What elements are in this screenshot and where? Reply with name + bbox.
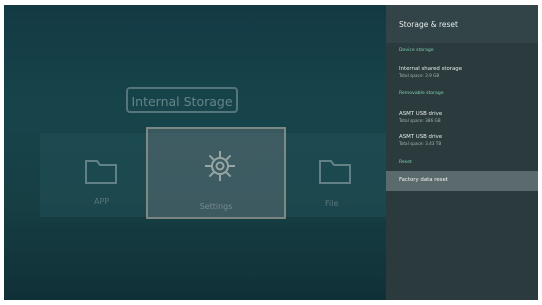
folder-icon-svg — [319, 160, 351, 184]
internal-shared-storage-item[interactable]: Internal shared storage Total space: 3.9… — [386, 63, 538, 83]
factory-data-reset-item[interactable]: Factory data reset — [386, 171, 538, 191]
section-device-storage: Device storage — [399, 48, 434, 53]
internal-storage-title: Internal Storage — [126, 87, 238, 113]
usb-drive-item-1[interactable]: ASMT USB drive Total space: 386 GB — [386, 108, 538, 128]
factory-data-reset-label: Factory data reset — [399, 177, 448, 183]
file-tile[interactable]: File — [280, 133, 380, 217]
gear-icon-svg — [205, 151, 235, 181]
internal-storage-size: Total space: 3.9 GB — [399, 73, 440, 78]
settings-label: Settings — [199, 202, 233, 211]
section-removable-storage: Removable storage — [399, 91, 444, 96]
gear-icon — [203, 149, 237, 183]
folder-icon-svg — [85, 160, 117, 184]
usb-drive-size-2: Total space: 3.43 TB — [399, 141, 442, 146]
file-label: File — [325, 199, 339, 208]
launcher-background: Internal Storage APP Settings File — [4, 5, 386, 300]
screen-frame: Internal Storage APP Settings File Stora… — [0, 0, 542, 305]
folder-icon — [84, 157, 118, 185]
usb-drive-title-2: ASMT USB drive — [399, 134, 443, 140]
app-tile[interactable]: APP — [52, 133, 152, 217]
usb-drive-item-2[interactable]: ASMT USB drive Total space: 3.43 TB — [386, 131, 538, 151]
usb-drive-title-1: ASMT USB drive — [399, 111, 443, 117]
app-label: APP — [94, 197, 110, 206]
panel-title: Storage & reset — [399, 20, 458, 29]
tv-screen: Internal Storage APP Settings File Stora… — [4, 5, 538, 300]
settings-tile[interactable]: Settings — [146, 127, 286, 219]
usb-drive-size-1: Total space: 386 GB — [399, 118, 441, 123]
panel-header: Storage & reset — [386, 5, 538, 43]
storage-reset-panel: Storage & reset Device storage Internal … — [386, 5, 538, 300]
internal-storage-title: Internal shared storage — [399, 66, 463, 72]
folder-icon — [318, 157, 352, 185]
section-reset: Reset — [399, 160, 412, 165]
